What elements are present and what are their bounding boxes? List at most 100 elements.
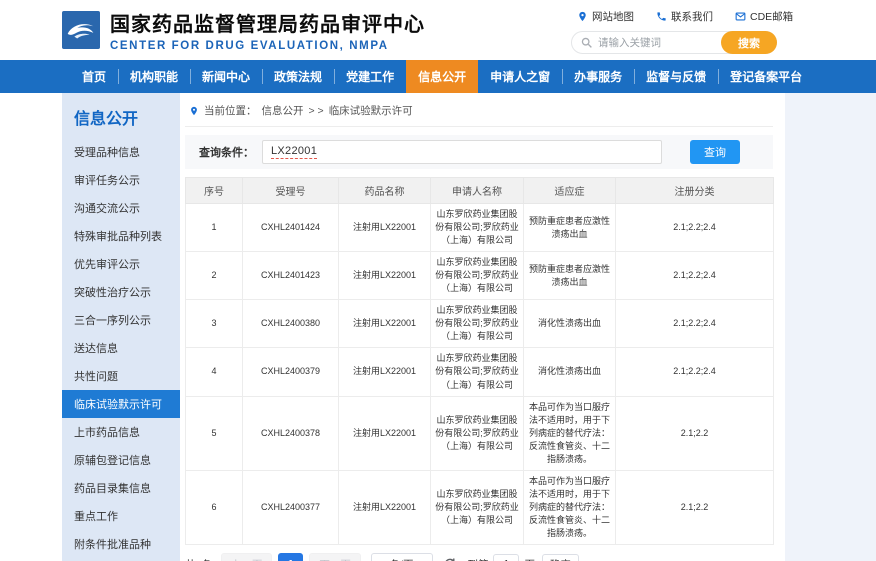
cell-acceptance-no: CXHL2400377 bbox=[243, 470, 339, 544]
cell-indication: 本品可作为当口服疗法不适用时，用于下列病症的替代疗法：反流性食管炎、十二指肠溃疡… bbox=[524, 396, 616, 470]
brand-block: 国家药品监督管理局药品审评中心 CENTER FOR DRUG EVALUATI… bbox=[110, 8, 425, 52]
nav-item-applicant-window[interactable]: 申请人之窗 bbox=[478, 60, 562, 93]
right-background bbox=[785, 93, 876, 561]
query-panel: 查询条件： LX22001 查询 bbox=[185, 135, 773, 169]
cell-indication: 预防重症患者应激性溃疡出血 bbox=[524, 204, 616, 252]
cell-drug-name: 注射用LX22001 bbox=[339, 204, 431, 252]
content-area: 信息公开 受理品种信息 审评任务公示 沟通交流公示 特殊审批品种列表 优先审评公… bbox=[0, 93, 876, 561]
nav-item-news[interactable]: 新闻中心 bbox=[190, 60, 262, 93]
col-header-applicant: 申请人名称 bbox=[431, 178, 524, 204]
cell-index: 5 bbox=[186, 396, 243, 470]
sidebar-item-conditional-approval[interactable]: 附条件批准品种 bbox=[62, 530, 180, 558]
nav-item-services[interactable]: 办事服务 bbox=[562, 60, 634, 93]
cell-drug-name: 注射用LX22001 bbox=[339, 300, 431, 348]
sidebar-item-communication[interactable]: 沟通交流公示 bbox=[62, 194, 180, 222]
sidebar-item-accepted-products[interactable]: 受理品种信息 bbox=[62, 138, 180, 166]
cell-indication: 消化性溃疡出血 bbox=[524, 300, 616, 348]
current-page-button[interactable]: 1 bbox=[278, 553, 303, 561]
goto-page-unit: 页 bbox=[524, 557, 535, 561]
sidebar-item-review-tasks[interactable]: 审评任务公示 bbox=[62, 166, 180, 194]
col-header-indication: 适应症 bbox=[524, 178, 616, 204]
query-input-value: LX22001 bbox=[271, 145, 317, 159]
sidebar-item-common-issues[interactable]: 共性问题 bbox=[62, 362, 180, 390]
cell-registration-class: 2.1;2.2;2.4 bbox=[616, 204, 774, 252]
cell-acceptance-no: CXHL2401423 bbox=[243, 252, 339, 300]
col-header-index: 序号 bbox=[186, 178, 243, 204]
breadcrumb: 当前位置： 信息公开 > > 临床试验默示许可 bbox=[185, 99, 773, 127]
cell-registration-class: 2.1;2.2 bbox=[616, 396, 774, 470]
pagination-total: 共6条 bbox=[185, 557, 212, 561]
cell-drug-name: 注射用LX22001 bbox=[339, 252, 431, 300]
cell-drug-name: 注射用LX22001 bbox=[339, 470, 431, 544]
search-icon bbox=[580, 36, 593, 49]
table-row: 1 CXHL2401424 注射用LX22001 山东罗欣药业集团股份有限公司;… bbox=[186, 204, 774, 252]
sidebar-item-priority-review[interactable]: 优先审评公示 bbox=[62, 250, 180, 278]
sidebar: 信息公开 受理品种信息 审评任务公示 沟通交流公示 特殊审批品种列表 优先审评公… bbox=[62, 93, 180, 561]
goto-page-input[interactable] bbox=[493, 554, 519, 561]
table-row: 5 CXHL2400378 注射用LX22001 山东罗欣药业集团股份有限公司;… bbox=[186, 396, 774, 470]
cell-index: 3 bbox=[186, 300, 243, 348]
cell-indication: 预防重症患者应激性溃疡出血 bbox=[524, 252, 616, 300]
header-search: 搜索 bbox=[571, 31, 777, 54]
sidebar-item-drug-catalog[interactable]: 药品目录集信息 bbox=[62, 474, 180, 502]
cell-registration-class: 2.1;2.2 bbox=[616, 470, 774, 544]
header-right: 网站地图 联系我们 CDE邮箱 搜索 bbox=[571, 9, 777, 54]
query-label: 查询条件： bbox=[199, 144, 254, 160]
page-size-value: 10条/页 bbox=[378, 557, 414, 561]
sidebar-item-marketed-drugs[interactable]: 上市药品信息 bbox=[62, 418, 180, 446]
envelope-icon bbox=[735, 11, 746, 22]
cell-acceptance-no: CXHL2400378 bbox=[243, 396, 339, 470]
nav-item-info-disclosure[interactable]: 信息公开 bbox=[406, 60, 478, 93]
table-row: 4 CXHL2400379 注射用LX22001 山东罗欣药业集团股份有限公司;… bbox=[186, 348, 774, 396]
cell-index: 6 bbox=[186, 470, 243, 544]
cell-registration-class: 2.1;2.2;2.4 bbox=[616, 348, 774, 396]
nav-item-registration-platform[interactable]: 登记备案平台 bbox=[718, 60, 814, 93]
cell-index: 2 bbox=[186, 252, 243, 300]
breadcrumb-section[interactable]: 信息公开 bbox=[262, 103, 304, 118]
sidebar-item-breakthrough-therapy[interactable]: 突破性治疗公示 bbox=[62, 278, 180, 306]
sidebar-item-clinical-trial-implied-license[interactable]: 临床试验默示许可 bbox=[62, 390, 180, 418]
sidebar-item-special-approval[interactable]: 特殊审批品种列表 bbox=[62, 222, 180, 250]
goto-confirm-button[interactable]: 确定 bbox=[542, 554, 579, 561]
table-header-row: 序号 受理号 药品名称 申请人名称 适应症 注册分类 bbox=[186, 178, 774, 204]
cell-index: 4 bbox=[186, 348, 243, 396]
table-row: 6 CXHL2400377 注射用LX22001 山东罗欣药业集团股份有限公司;… bbox=[186, 470, 774, 544]
cell-applicant: 山东罗欣药业集团股份有限公司;罗欣药业（上海）有限公司 bbox=[431, 348, 524, 396]
goto-page-label: 到第 bbox=[467, 557, 488, 561]
breadcrumb-pin-icon bbox=[189, 105, 199, 117]
sitemap-link[interactable]: 网站地图 bbox=[577, 9, 634, 24]
query-button[interactable]: 查询 bbox=[690, 140, 740, 164]
next-page-button[interactable]: 下一页 bbox=[309, 553, 361, 561]
site-subtitle: CENTER FOR DRUG EVALUATION, NMPA bbox=[110, 40, 425, 52]
nav-item-functions[interactable]: 机构职能 bbox=[118, 60, 190, 93]
mailbox-label: CDE邮箱 bbox=[750, 9, 793, 24]
sidebar-item-excipient-registration[interactable]: 原辅包登记信息 bbox=[62, 446, 180, 474]
sidebar-item-key-work[interactable]: 重点工作 bbox=[62, 502, 180, 530]
search-button[interactable]: 搜索 bbox=[721, 31, 777, 54]
cell-indication: 本品可作为当口服疗法不适用时，用于下列病症的替代疗法：反流性食管炎、十二指肠溃疡… bbox=[524, 470, 616, 544]
nav-item-party[interactable]: 党建工作 bbox=[334, 60, 406, 93]
refresh-icon[interactable] bbox=[443, 557, 457, 561]
query-input[interactable]: LX22001 bbox=[262, 140, 662, 164]
cell-acceptance-no: CXHL2401424 bbox=[243, 204, 339, 252]
location-pin-icon bbox=[577, 11, 588, 22]
cell-applicant: 山东罗欣药业集团股份有限公司;罗欣药业（上海）有限公司 bbox=[431, 252, 524, 300]
pagination: 共6条 上一页 1 下一页 10条/页 到第 页 确定 bbox=[185, 553, 773, 561]
sidebar-item-three-in-one[interactable]: 三合一序列公示 bbox=[62, 306, 180, 334]
nav-item-policies[interactable]: 政策法规 bbox=[262, 60, 334, 93]
breadcrumb-prefix: 当前位置： bbox=[204, 103, 257, 118]
phone-icon bbox=[656, 11, 667, 22]
sitemap-label: 网站地图 bbox=[592, 9, 634, 24]
breadcrumb-current[interactable]: 临床试验默示许可 bbox=[329, 103, 413, 118]
col-header-acceptance-no: 受理号 bbox=[243, 178, 339, 204]
nav-item-home[interactable]: 首页 bbox=[70, 60, 118, 93]
cell-registration-class: 2.1;2.2;2.4 bbox=[616, 252, 774, 300]
cell-registration-class: 2.1;2.2;2.4 bbox=[616, 300, 774, 348]
cell-acceptance-no: CXHL2400379 bbox=[243, 348, 339, 396]
mailbox-link[interactable]: CDE邮箱 bbox=[735, 9, 793, 24]
prev-page-button[interactable]: 上一页 bbox=[221, 553, 273, 561]
page-size-select[interactable]: 10条/页 bbox=[371, 553, 434, 561]
contact-link[interactable]: 联系我们 bbox=[656, 9, 713, 24]
nav-item-supervision[interactable]: 监督与反馈 bbox=[634, 60, 718, 93]
sidebar-item-delivery-info[interactable]: 送达信息 bbox=[62, 334, 180, 362]
